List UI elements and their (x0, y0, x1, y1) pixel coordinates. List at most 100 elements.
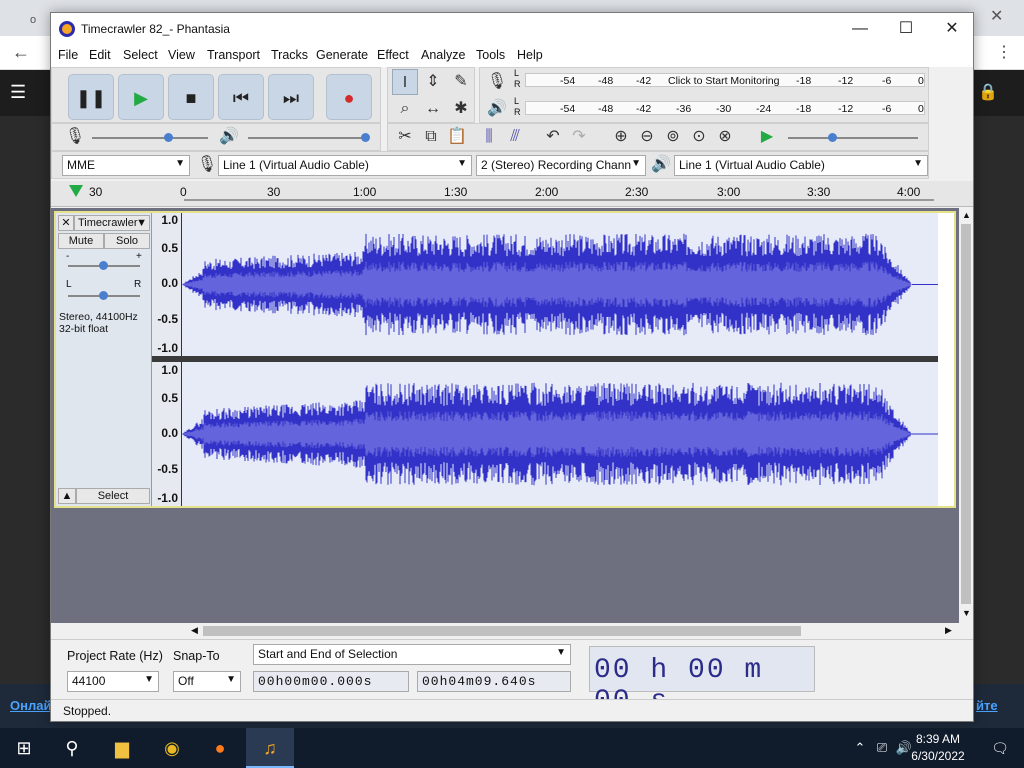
solo-button[interactable]: Solo (104, 233, 150, 249)
zoom-out-icon[interactable]: ⊖ (634, 124, 660, 150)
pan-thumb[interactable] (99, 291, 108, 300)
chrome-icon[interactable]: ◉ (148, 728, 196, 768)
menu-edit[interactable]: Edit (89, 48, 111, 62)
horizontal-scrollbar[interactable]: ◀ ▶ (51, 623, 959, 639)
stop-button[interactable]: ■ (168, 74, 214, 120)
record-meter[interactable]: -54 -48 -42 Click to Start Monitoring -1… (525, 73, 925, 87)
back-arrow-icon[interactable]: ← (12, 42, 30, 63)
menu-generate[interactable]: Generate (316, 48, 368, 62)
trim-icon[interactable]: ⫼ (476, 124, 502, 150)
vertical-scrollbar[interactable]: ▲ ▼ (959, 208, 973, 623)
microphone-icon[interactable]: 🎙 (484, 69, 510, 95)
time-toolbar[interactable]: 00 h 00 m 00 s (589, 646, 815, 717)
scroll-up-icon[interactable]: ▲ (962, 210, 971, 220)
footer-link-left[interactable]: Онлай (10, 698, 51, 713)
play-speed-thumb[interactable] (828, 133, 837, 142)
track-select-button[interactable]: Select (76, 488, 150, 504)
project-rate-select[interactable]: 44100 ▼ (67, 671, 159, 692)
menu-tracks[interactable]: Tracks (271, 48, 308, 62)
silence-icon[interactable]: ⫻ (502, 124, 528, 150)
selection-end-time[interactable]: 00h04m09.640s (417, 671, 571, 692)
menu-analyze[interactable]: Analyze (421, 48, 465, 62)
clock[interactable]: 8:39 AM 6/30/2022 (906, 731, 970, 765)
notification-icon[interactable]: 🗨 (976, 728, 1024, 768)
footer-link-right[interactable]: йте (976, 698, 998, 713)
envelope-tool-icon[interactable]: ⇕ (420, 69, 446, 95)
menu-tools[interactable]: Tools (476, 48, 505, 62)
skip-to-end-button[interactable]: ⏭ (268, 74, 314, 120)
zoom-in-icon[interactable]: ⊕ (608, 124, 634, 150)
menu-transport[interactable]: Transport (207, 48, 260, 62)
file-explorer-icon[interactable]: ▆ (98, 728, 146, 768)
selection-mode-select[interactable]: Start and End of Selection ▼ (253, 644, 571, 665)
audio-editor-window: Timecrawler 82_- Phantasia — ☐ ✕ File Ed… (50, 12, 974, 722)
hamburger-icon[interactable]: ☰ (10, 82, 26, 103)
audacity-taskbar-icon[interactable]: ♫ (246, 728, 294, 768)
speaker-icon[interactable]: 🔊 (484, 96, 510, 122)
cut-icon[interactable]: ✂ (392, 124, 418, 150)
time-shift-tool-icon[interactable]: ↔ (420, 96, 446, 122)
maximize-button[interactable]: ☐ (883, 13, 929, 45)
gain-thumb[interactable] (99, 261, 108, 270)
multi-tool-icon[interactable]: ✱ (448, 96, 474, 122)
close-button[interactable]: ✕ (929, 13, 975, 45)
fit-project-icon[interactable]: ⊙ (686, 124, 712, 150)
fit-selection-icon[interactable]: ⊚ (660, 124, 686, 150)
playback-meter[interactable]: -54 -48 -42 -36 -30 -24 -18 -12 -6 0 (525, 101, 925, 115)
play-at-speed-icon[interactable]: ▶ (754, 124, 780, 150)
record-button[interactable]: ● (326, 74, 372, 120)
play-button[interactable]: ▶ (118, 74, 164, 120)
window-title: Timecrawler 82_- Phantasia (81, 22, 230, 36)
play-speed-slider[interactable] (788, 137, 918, 139)
track-name-menu[interactable]: Timecrawler ▼ (74, 215, 150, 231)
mute-button[interactable]: Mute (58, 233, 104, 249)
snap-to-select[interactable]: Off ▼ (173, 671, 241, 692)
scroll-left-icon[interactable]: ◀ (191, 625, 198, 636)
collapse-track-button[interactable]: ▲ (58, 488, 76, 504)
minimize-button[interactable]: — (837, 13, 883, 45)
waveform-right-channel[interactable] (182, 362, 938, 506)
browser-tab[interactable]: o (20, 6, 50, 36)
track-close-button[interactable]: ✕ (58, 215, 74, 231)
browser-close-icon[interactable]: ✕ (990, 6, 1003, 26)
play-head-icon[interactable] (69, 185, 83, 197)
timeline-ruler[interactable]: 30 0 30 1:00 1:30 2:00 2:30 3:00 3:30 4:… (51, 181, 973, 207)
horizontal-scroll-thumb[interactable] (203, 626, 801, 636)
zoom-toggle-icon[interactable]: ⊗ (712, 124, 738, 150)
scroll-down-icon[interactable]: ▼ (962, 608, 971, 618)
lock-icon[interactable]: 🔒 (978, 82, 998, 102)
search-icon[interactable]: ⚲ (48, 728, 96, 768)
redo-icon[interactable]: ↷ (566, 124, 592, 150)
audio-host-select[interactable]: MME ▼ (62, 155, 190, 176)
paste-icon[interactable]: 📋 (444, 124, 470, 150)
menu-view[interactable]: View (168, 48, 195, 62)
undo-icon[interactable]: ↶ (540, 124, 566, 150)
menu-select[interactable]: Select (123, 48, 158, 62)
zoom-tool-icon[interactable]: ⌕ (392, 96, 418, 122)
copy-icon[interactable]: ⧉ (418, 124, 444, 150)
recording-volume-thumb[interactable] (164, 133, 173, 142)
more-menu-icon[interactable]: ⋮ (996, 42, 1012, 62)
playback-device-select[interactable]: Line 1 (Virtual Audio Cable) ▼ (674, 155, 928, 176)
playback-volume-thumb[interactable] (361, 133, 370, 142)
recording-volume-slider[interactable] (92, 137, 208, 139)
audio-track[interactable]: ✕ Timecrawler ▼ Mute Solo - + L R Stereo,… (54, 211, 956, 508)
menu-help[interactable]: Help (517, 48, 543, 62)
menu-file[interactable]: File (58, 48, 78, 62)
record-meter-lr: LR (514, 68, 521, 89)
skip-to-start-button[interactable]: ⏮ (218, 74, 264, 120)
selection-start-time[interactable]: 00h00m00.000s (253, 671, 409, 692)
waveform-left-channel[interactable] (182, 213, 938, 356)
menu-effect[interactable]: Effect (377, 48, 409, 62)
recording-channels-select[interactable]: 2 (Stereo) Recording Chann ▼ (476, 155, 646, 176)
scroll-right-icon[interactable]: ▶ (945, 625, 952, 636)
pause-button[interactable]: ❚❚ (68, 74, 114, 120)
recording-device-select[interactable]: Line 1 (Virtual Audio Cable) ▼ (218, 155, 472, 176)
start-icon[interactable]: ⊞ (0, 728, 48, 768)
track-panel[interactable]: ✕ Timecrawler ▼ Mute Solo - + L R Stereo,… (51, 208, 959, 623)
vertical-scroll-thumb[interactable] (961, 224, 971, 604)
playback-volume-slider[interactable] (248, 137, 364, 139)
selection-tool-icon[interactable]: I (392, 69, 418, 95)
firefox-icon[interactable]: ● (196, 728, 244, 768)
draw-tool-icon[interactable]: ✎ (448, 69, 474, 95)
